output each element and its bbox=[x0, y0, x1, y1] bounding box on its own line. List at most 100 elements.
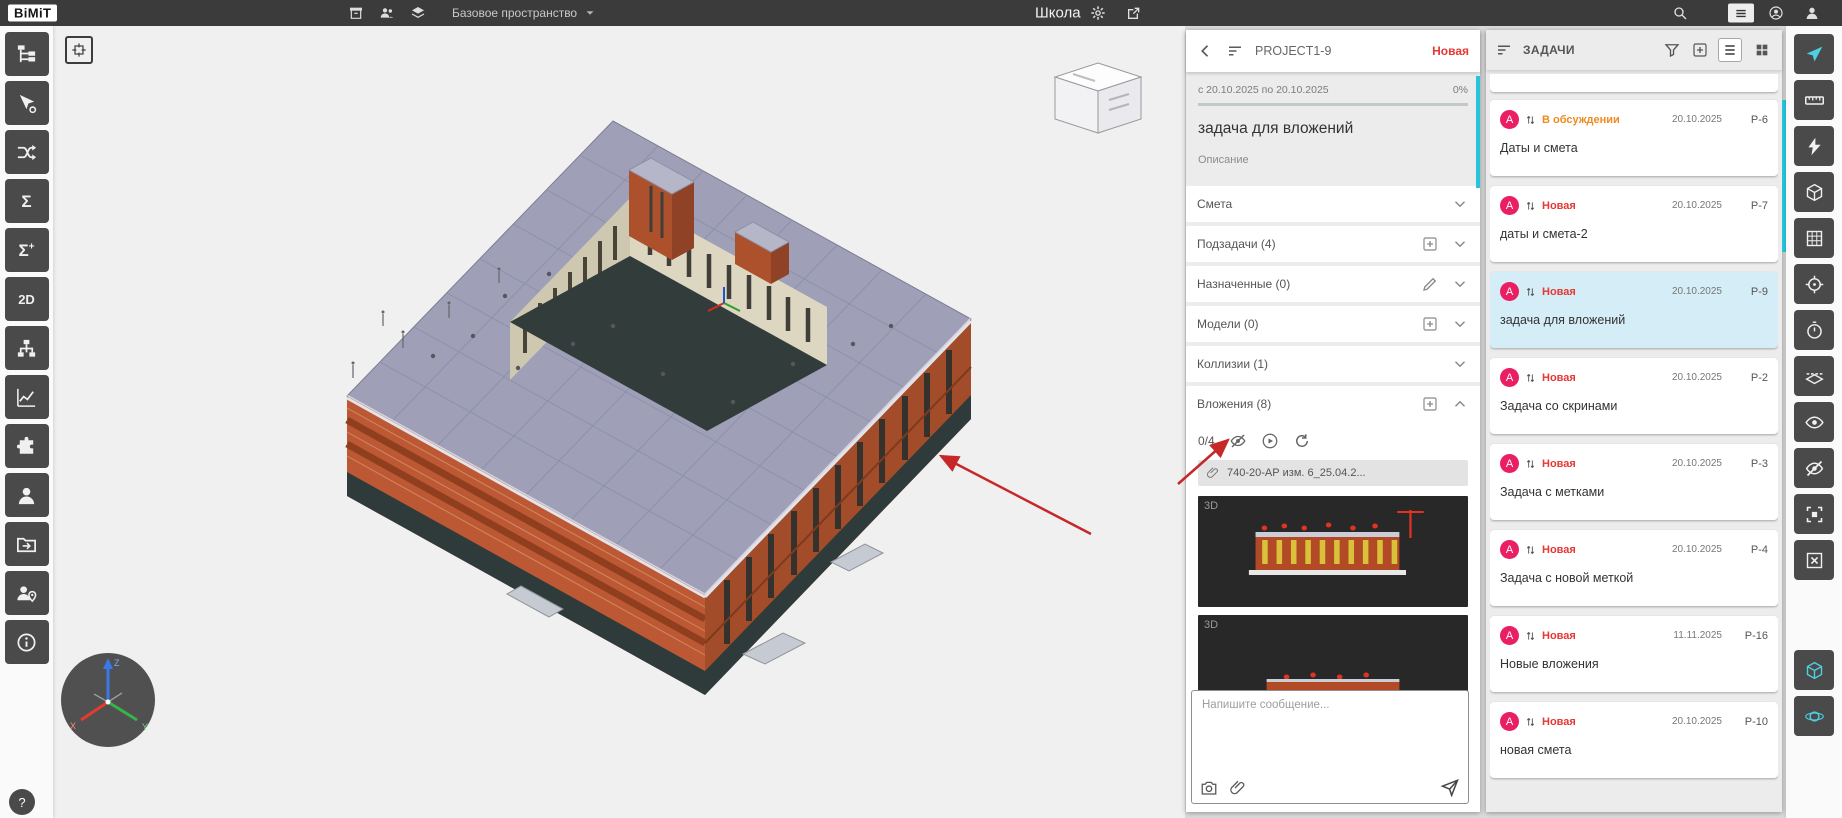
plane-icon bbox=[1804, 44, 1825, 65]
scheme-icon bbox=[15, 337, 38, 360]
task-id: P-16 bbox=[1738, 630, 1768, 642]
navigate-button[interactable] bbox=[1794, 34, 1834, 74]
account-circle-icon[interactable] bbox=[1768, 5, 1784, 21]
graphs-tool-button[interactable] bbox=[5, 375, 49, 419]
hide-button[interactable] bbox=[1794, 448, 1834, 488]
folder-share-icon bbox=[15, 533, 38, 556]
task-title: задача для вложений bbox=[1198, 120, 1468, 138]
team-icon[interactable] bbox=[379, 5, 395, 21]
section-row[interactable]: Подзадачи (4) bbox=[1186, 226, 1480, 262]
sort-updown-icon bbox=[1525, 371, 1536, 385]
chevron-icon bbox=[1451, 275, 1469, 293]
users-button[interactable] bbox=[5, 473, 49, 517]
message-input[interactable] bbox=[1200, 697, 1460, 771]
right-toolbar bbox=[1786, 26, 1842, 818]
grid-view-toggle[interactable] bbox=[1751, 39, 1773, 61]
task-card-partial[interactable] bbox=[1490, 74, 1778, 92]
tasks-panel: ЗАДАЧИ A В обсуждении 20.10.2025 P-6 Дат… bbox=[1486, 30, 1782, 812]
task-card[interactable]: A Новая 20.10.2025 P-4 Задача с новой ме… bbox=[1490, 530, 1778, 606]
workspace-selector[interactable]: Базовое пространство bbox=[452, 6, 597, 20]
add-task-icon[interactable] bbox=[1691, 41, 1709, 59]
list-view-toggle[interactable] bbox=[1719, 39, 1741, 61]
task-card[interactable]: A Новая 20.10.2025 P-9 задача для вложен… bbox=[1490, 272, 1778, 348]
2d-view-button[interactable]: 2D bbox=[5, 277, 49, 321]
add-icon[interactable] bbox=[1421, 315, 1439, 333]
help-button[interactable]: ? bbox=[9, 789, 35, 815]
focus-button[interactable] bbox=[1794, 264, 1834, 304]
task-card[interactable]: A Новая 20.10.2025 P-2 Задача со скринам… bbox=[1490, 358, 1778, 434]
shared-folder-button[interactable] bbox=[5, 522, 49, 566]
sum-plus-tool-button[interactable]: Σ+ bbox=[5, 228, 49, 272]
task-card[interactable]: A Новая 20.10.2025 P-10 новая смета bbox=[1490, 702, 1778, 778]
gear-icon[interactable] bbox=[1090, 5, 1106, 21]
clear-selection-button[interactable] bbox=[1794, 540, 1834, 580]
timer-button[interactable] bbox=[1794, 310, 1834, 350]
project-menu-icon[interactable] bbox=[1226, 42, 1244, 60]
task-date: 20.10.2025 bbox=[1672, 716, 1722, 727]
task-card[interactable]: A Новая 20.10.2025 P-7 даты и смета-2 bbox=[1490, 186, 1778, 262]
add-icon[interactable] bbox=[1421, 395, 1439, 413]
task-id: P-2 bbox=[1738, 372, 1768, 384]
select-tool-button[interactable] bbox=[5, 81, 49, 125]
section-row[interactable]: Назначенные (0) bbox=[1186, 266, 1480, 302]
relations-tool-button[interactable] bbox=[5, 130, 49, 174]
task-status-badge[interactable]: Новая bbox=[1432, 44, 1469, 58]
edit-icon[interactable] bbox=[1421, 275, 1439, 293]
section-grid-button[interactable] bbox=[1794, 218, 1834, 258]
search-icon[interactable] bbox=[1672, 5, 1688, 21]
task-card[interactable]: A В обсуждении 20.10.2025 P-6 Даты и сме… bbox=[1490, 100, 1778, 176]
user-location-button[interactable] bbox=[5, 571, 49, 615]
section-row[interactable]: Вложения (8) bbox=[1186, 386, 1480, 422]
archive-icon[interactable] bbox=[348, 5, 364, 21]
share-icon[interactable] bbox=[1126, 5, 1142, 21]
panel-scrollbar[interactable] bbox=[1476, 76, 1480, 188]
chevron-icon bbox=[1451, 235, 1469, 253]
chevron-icon bbox=[1451, 195, 1469, 213]
viewport-3d[interactable]: Z X Y bbox=[53, 26, 1185, 818]
orbit-button[interactable] bbox=[1794, 696, 1834, 736]
measure-button[interactable] bbox=[1794, 80, 1834, 120]
plugins-button[interactable] bbox=[5, 424, 49, 468]
hide-attachments-icon[interactable] bbox=[1229, 432, 1247, 450]
attachment-file[interactable]: 740-20-АР изм. 6_25.04.2... bbox=[1198, 460, 1468, 486]
attachments-counter: 0/4 bbox=[1198, 434, 1215, 448]
section-row[interactable]: Модели (0) bbox=[1186, 306, 1480, 342]
viewport-focus-button[interactable] bbox=[65, 36, 93, 64]
paperclip-icon bbox=[1206, 466, 1220, 480]
section-row[interactable]: Смета bbox=[1186, 186, 1480, 222]
camera-icon[interactable] bbox=[1200, 779, 1218, 797]
isolate-button[interactable] bbox=[1794, 494, 1834, 534]
attachment-thumbnail[interactable]: 3D bbox=[1198, 615, 1468, 695]
tasks-menu-icon[interactable] bbox=[1495, 41, 1513, 59]
back-icon[interactable] bbox=[1197, 42, 1215, 60]
task-card[interactable]: A Новая 11.11.2025 P-16 Новые вложения bbox=[1490, 616, 1778, 692]
view-cube[interactable] bbox=[1053, 60, 1143, 138]
cut-plane-button[interactable] bbox=[1794, 356, 1834, 396]
attachment-thumbnail[interactable]: 3D bbox=[1198, 496, 1468, 607]
view-cube-button[interactable] bbox=[1794, 650, 1834, 690]
attach-file-icon[interactable] bbox=[1229, 779, 1247, 797]
sum-tool-button[interactable]: Σ bbox=[5, 179, 49, 223]
menu-toggle-button[interactable] bbox=[1728, 4, 1754, 23]
section-cube-button[interactable] bbox=[1794, 172, 1834, 212]
add-icon[interactable] bbox=[1421, 235, 1439, 253]
avatar-icon[interactable] bbox=[1804, 5, 1820, 21]
clash-button[interactable] bbox=[1794, 126, 1834, 166]
scheme-tool-button[interactable] bbox=[5, 326, 49, 370]
info-button[interactable] bbox=[5, 620, 49, 664]
task-card[interactable]: A Новая 20.10.2025 P-3 Задача с метками bbox=[1490, 444, 1778, 520]
section-label: Подзадачи (4) bbox=[1197, 237, 1409, 251]
axis-gizmo[interactable]: Z X Y bbox=[58, 650, 158, 750]
filter-icon[interactable] bbox=[1663, 41, 1681, 59]
task-card-title: Задача с новой меткой bbox=[1500, 571, 1768, 585]
refresh-attachments-icon[interactable] bbox=[1293, 432, 1311, 450]
layers-icon[interactable] bbox=[410, 5, 426, 21]
play-slideshow-icon[interactable] bbox=[1261, 432, 1279, 450]
grid-icon bbox=[1804, 228, 1825, 249]
building-model[interactable] bbox=[53, 26, 1185, 818]
show-button[interactable] bbox=[1794, 402, 1834, 442]
send-message-icon[interactable] bbox=[1440, 777, 1460, 797]
model-tree-button[interactable] bbox=[5, 32, 49, 76]
section-row[interactable]: Коллизии (1) bbox=[1186, 346, 1480, 382]
task-card-title: задача для вложений bbox=[1500, 313, 1768, 327]
